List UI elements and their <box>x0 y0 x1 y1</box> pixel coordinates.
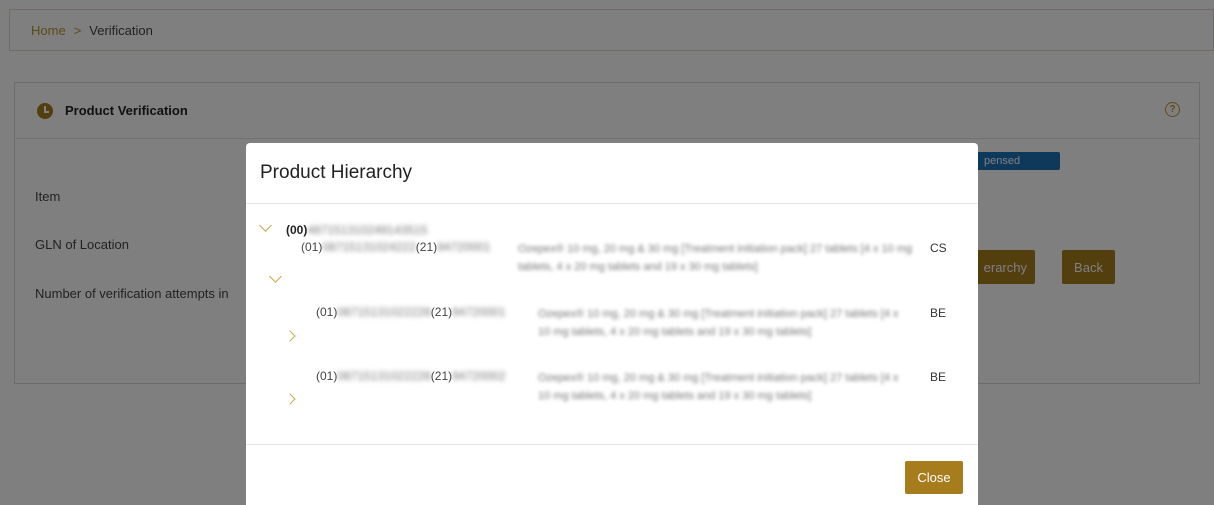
root-prefix: (00) <box>286 223 308 237</box>
modal-title: Product Hierarchy <box>260 162 413 183</box>
expand-chevron-icon[interactable] <box>284 393 296 405</box>
list-item-description: Ozepex® 10 mg, 20 mg & 30 mg [Treatment … <box>538 308 899 338</box>
list-item-description: Ozepex® 10 mg, 20 mg & 30 mg [Treatment … <box>518 243 913 273</box>
list-item-packaging: BE <box>930 306 947 320</box>
hierarchy-tree: (00)487151310249143515 (01)0871513102422… <box>246 204 978 444</box>
ai-01: (01) <box>316 305 338 319</box>
ai-01: (01) <box>316 369 338 383</box>
close-button[interactable]: Close <box>905 461 963 494</box>
gtin-value: 08715131022228 <box>337 369 431 383</box>
modal-header: Product Hierarchy <box>246 143 978 204</box>
collapse-chevron-icon[interactable] <box>269 270 282 283</box>
list-item-code: (01)08715131022228(21)94720001 <box>316 305 506 319</box>
root-sscc: (00)487151310249143515 <box>286 223 427 237</box>
ai-21: (21) <box>430 305 453 319</box>
expand-chevron-icon[interactable] <box>284 330 296 342</box>
serial-value: 94720002 <box>452 369 506 383</box>
ai-21: (21) <box>415 240 438 254</box>
serial-value: 94720001 <box>452 305 506 319</box>
list-item-code: (01)08715131022228(21)94720002 <box>316 369 506 383</box>
list-item-packaging: CS <box>930 241 947 255</box>
list-item-packaging: BE <box>930 370 947 384</box>
gtin-value: 08715131024222 <box>322 240 416 254</box>
list-item-code: (01)08715131024222(21)94720001 <box>301 240 491 254</box>
collapse-chevron-icon[interactable] <box>259 219 272 232</box>
ai-21: (21) <box>430 369 453 383</box>
ai-01: (01) <box>301 240 323 254</box>
modal-footer: Close <box>246 444 978 505</box>
serial-value: 94720001 <box>437 240 491 254</box>
list-item-description: Ozepex® 10 mg, 20 mg & 30 mg [Treatment … <box>538 372 899 402</box>
product-hierarchy-modal: Product Hierarchy (00)487151310249143515… <box>246 143 978 505</box>
gtin-value: 08715131022228 <box>337 305 431 319</box>
root-code-value: 487151310249143515 <box>307 223 428 237</box>
